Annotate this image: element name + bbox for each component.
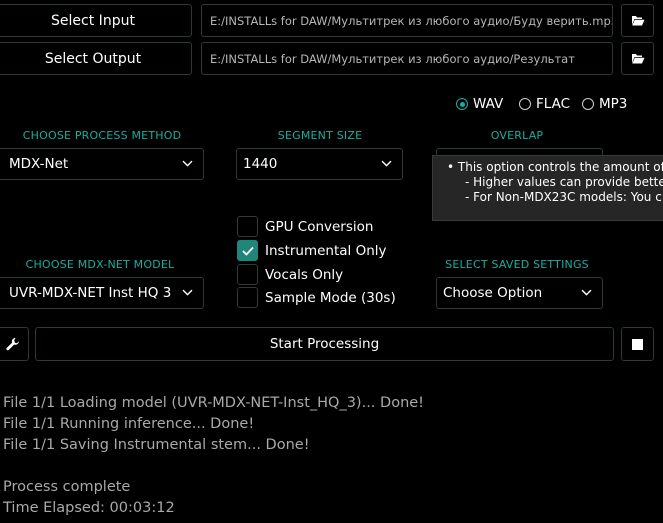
console-line: Process complete [3,479,131,495]
radio-unselected-icon [519,98,531,110]
segment-size-value: 1440 [243,156,278,172]
radio-unselected-icon [582,98,594,110]
format-mp3-radio[interactable]: MP3 [582,96,627,112]
process-method-value: MDX-Net [9,156,69,172]
chevron-down-icon [182,160,193,167]
vocals-only-checkbox[interactable]: Vocals Only [237,264,343,285]
model-label: CHOOSE MDX-NET MODEL [25,258,175,271]
open-output-folder-button[interactable] [621,42,654,75]
instrumental-only-checkbox[interactable]: Instrumental Only [237,240,387,261]
stop-icon [632,338,643,350]
checkbox-unchecked-icon [237,264,258,285]
start-processing-button[interactable]: Start Processing [35,327,614,361]
saved-settings-dropdown[interactable]: Choose Option [436,277,603,309]
gpu-conversion-label: GPU Conversion [265,218,374,235]
checkbox-unchecked-icon [237,216,258,237]
format-flac-label: FLAC [536,96,571,112]
tooltip-line: - For Non-MDX23C models: You c [465,190,662,204]
console-line: File 1/1 Running inference... Done! [3,416,255,432]
process-method-dropdown[interactable]: MDX-Net [0,148,204,180]
chevron-down-icon [581,289,592,296]
console-line: File 1/1 Loading model (UVR-MDX-NET-Inst… [3,395,424,411]
input-path-field[interactable]: E:/INSTALLs for DAW/Мультитрек из любого… [201,4,613,37]
output-path-field[interactable]: E:/INSTALLs for DAW/Мультитрек из любого… [201,42,613,75]
folder-open-icon [631,16,644,26]
start-processing-label: Start Processing [269,336,380,352]
output-path-text: E:/INSTALLs for DAW/Мультитрек из любого… [210,51,575,66]
tooltip-line: - Higher values can provide bette [465,175,663,189]
model-dropdown[interactable]: UVR-MDX-NET Inst HQ 3 [0,277,204,309]
console-line: File 1/1 Saving Instrumental stem... Don… [3,437,310,453]
wrench-icon [5,337,19,351]
overlap-label: OVERLAP [490,129,544,142]
format-wav-radio[interactable]: WAV [456,96,503,112]
tooltip-line: • This option controls the amount of [447,160,663,174]
segment-size-dropdown[interactable]: 1440 [236,148,403,180]
instrumental-only-label: Instrumental Only [265,242,387,259]
select-output-button[interactable]: Select Output [0,42,192,75]
format-mp3-label: MP3 [599,96,628,112]
segment-size-label: SEGMENT SIZE [277,129,363,142]
checkbox-unchecked-icon [237,287,258,308]
saved-settings-value: Choose Option [443,285,543,301]
console-output: File 1/1 Loading model (UVR-MDX-NET-Inst… [0,393,663,523]
radio-selected-icon [456,98,468,110]
input-path-text: E:/INSTALLs for DAW/Мультитрек из любого… [210,13,613,28]
process-method-label: CHOOSE PROCESS METHOD [22,129,182,142]
select-input-label: Select Input [51,12,135,29]
folder-open-icon [631,54,644,64]
select-output-label: Select Output [44,50,142,67]
open-input-folder-button[interactable] [621,4,654,37]
console-line: Time Elapsed: 00:03:12 [3,500,175,516]
saved-settings-label: SELECT SAVED SETTINGS [445,258,589,271]
chevron-down-icon [182,289,193,296]
checkbox-checked-icon [237,240,258,261]
stop-button[interactable] [621,327,654,361]
sample-mode-checkbox[interactable]: Sample Mode (30s) [237,287,396,308]
model-value: UVR-MDX-NET Inst HQ 3 [9,285,172,301]
sample-mode-label: Sample Mode (30s) [265,289,396,306]
select-input-button[interactable]: Select Input [0,4,192,37]
overlap-tooltip: • This option controls the amount of - Hi… [432,155,663,221]
checkmark-icon [241,246,254,256]
gpu-conversion-checkbox[interactable]: GPU Conversion [237,216,373,237]
chevron-down-icon [381,160,392,167]
vocals-only-label: Vocals Only [265,266,344,283]
format-flac-radio[interactable]: FLAC [519,96,570,112]
format-wav-label: WAV [473,96,504,112]
settings-wrench-button[interactable] [0,327,29,361]
